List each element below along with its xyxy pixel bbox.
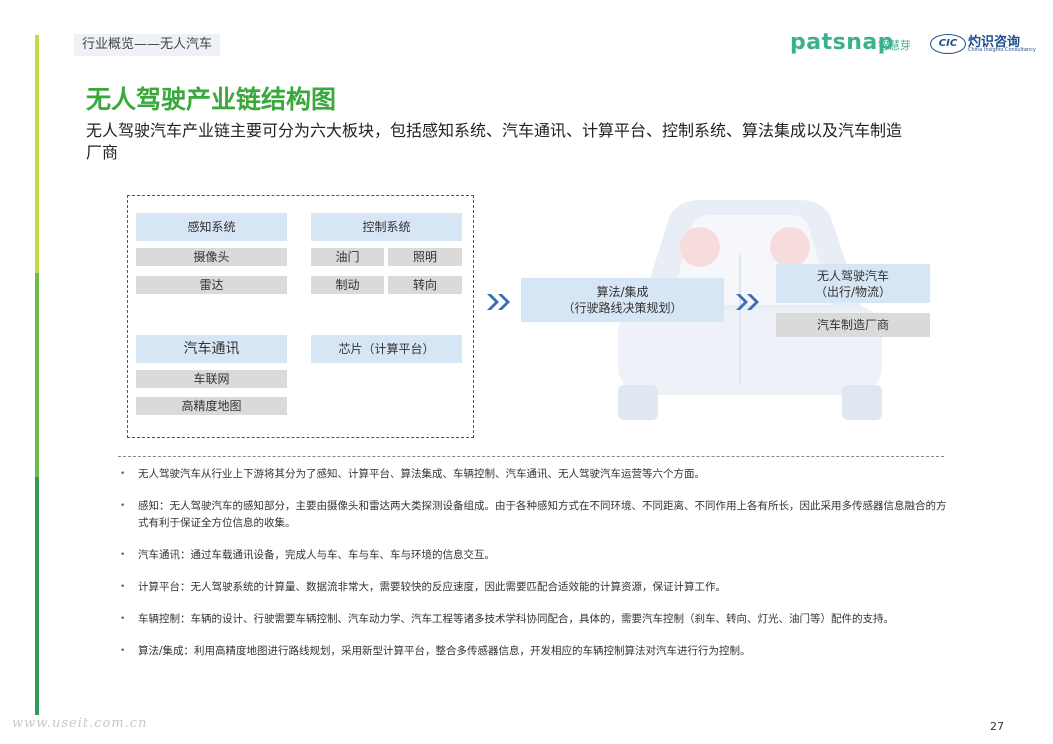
control-item: 制动 bbox=[311, 276, 384, 294]
algo-block-desc: （行驶路线决策规划） bbox=[562, 301, 683, 315]
control-header: 控制系统 bbox=[311, 213, 462, 241]
note-item: 汽车通讯：通过车载通讯设备，完成人与车、车与车、车与环境的信息交互。 bbox=[118, 547, 948, 564]
cic-logo-icon: CIC bbox=[930, 34, 966, 54]
cic-logo-subtitle: China Insights Consultancy bbox=[968, 47, 1036, 53]
comm-item: 车联网 bbox=[136, 370, 287, 388]
chip-block: 芯片（计算平台） bbox=[311, 335, 462, 363]
page-subtitle: 无人驾驶汽车产业链主要可分为六大板块，包括感知系统、汽车通讯、计算平台、控制系统… bbox=[86, 121, 903, 162]
page-number: 27 bbox=[990, 720, 1004, 733]
page-title: 无人驾驶产业链结构图 bbox=[86, 85, 337, 114]
control-item: 油门 bbox=[311, 248, 384, 266]
control-item: 转向 bbox=[388, 276, 462, 294]
autonomous-vehicle-block: 无人驾驶汽车 （出行/物流） bbox=[776, 264, 930, 303]
flow-arrow-icon bbox=[487, 294, 510, 310]
perception-item: 雷达 bbox=[136, 276, 287, 294]
note-item: 计算平台：无人驾驶系统的计算量、数据流非常大，需要较快的反应速度，因此需要匹配合… bbox=[118, 579, 948, 596]
watermark: www.useit.com.cn bbox=[12, 716, 148, 731]
note-item: 车辆控制：车辆的设计、行驶需要车辆控制、汽车动力学、汽车工程等诸多技术学科协同配… bbox=[118, 611, 948, 628]
section-tag: 行业概览——无人汽车 bbox=[74, 34, 221, 56]
comm-header: 汽车通讯 bbox=[136, 335, 287, 363]
autonomous-vehicle-title: 无人驾驶汽车 bbox=[816, 269, 889, 283]
side-accent-bar bbox=[35, 35, 39, 715]
autonomous-vehicle-desc: （出行/物流） bbox=[814, 285, 892, 299]
note-item: 无人驾驶汽车从行业上下游将其分为了感知、计算平台、算法集成、车辆控制、汽车通讯、… bbox=[118, 466, 948, 483]
comm-item: 高精度地图 bbox=[136, 397, 287, 415]
note-item: 算法/集成：利用高精度地图进行路线规划，采用新型计算平台，整合多传感器信息，开发… bbox=[118, 643, 948, 660]
control-item: 照明 bbox=[388, 248, 462, 266]
divider bbox=[118, 456, 944, 457]
car-maker-block: 汽车制造厂商 bbox=[776, 313, 930, 337]
notes-list: 无人驾驶汽车从行业上下游将其分为了感知、计算平台、算法集成、车辆控制、汽车通讯、… bbox=[118, 466, 948, 660]
patsnap-logo-cn: 智慧芽 bbox=[878, 39, 911, 52]
note-item: 感知：无人驾驶汽车的感知部分，主要由摄像头和雷达两大类探测设备组成。由于各种感知… bbox=[118, 498, 948, 532]
flow-arrow-icon bbox=[736, 294, 759, 310]
algo-block: 算法/集成 （行驶路线决策规划） bbox=[521, 278, 724, 322]
algo-block-title: 算法/集成 bbox=[596, 285, 649, 299]
perception-item: 摄像头 bbox=[136, 248, 287, 266]
perception-header: 感知系统 bbox=[136, 213, 287, 241]
